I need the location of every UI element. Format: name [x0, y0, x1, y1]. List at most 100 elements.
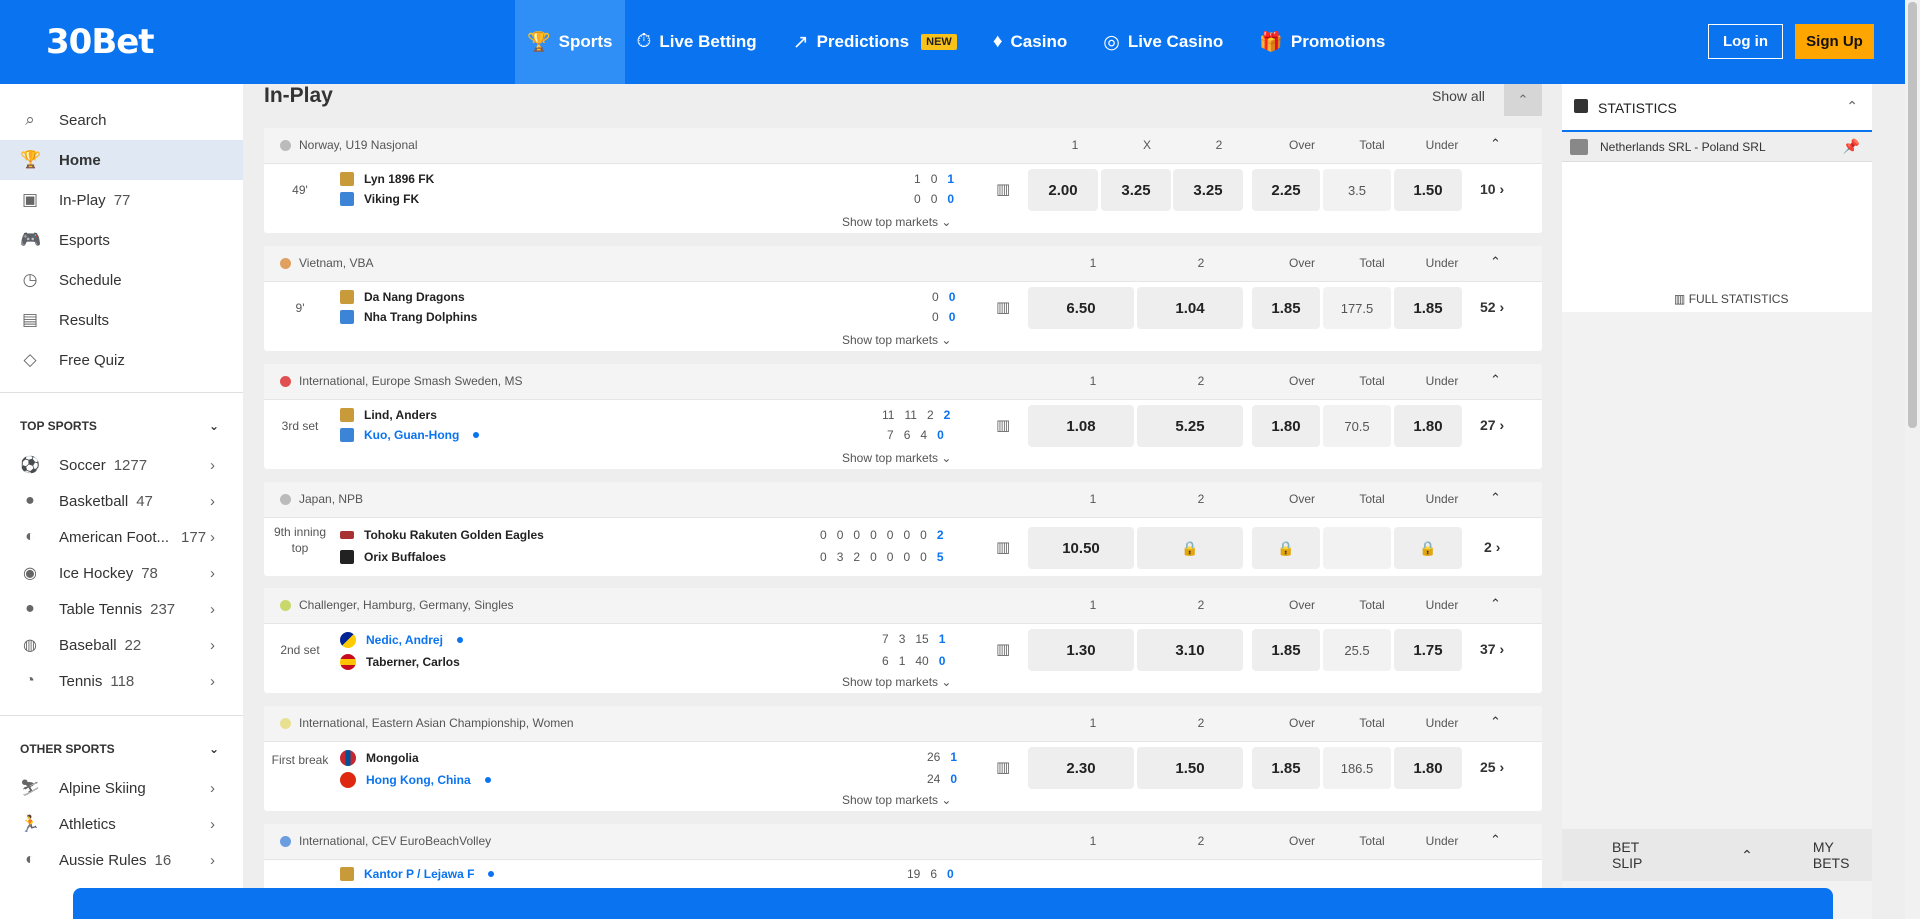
- bar-chart-icon[interactable]: ▥: [996, 298, 1010, 316]
- odd-under[interactable]: 1.75: [1394, 629, 1462, 671]
- logo[interactable]: 30Bet: [46, 22, 155, 62]
- nav-casino[interactable]: ♦ Casino: [981, 0, 1091, 84]
- nav-live-casino[interactable]: ◎ Live Casino: [1091, 0, 1247, 84]
- chevron-up-icon[interactable]: ⌃: [1490, 596, 1501, 612]
- sidebar-sport-tennis[interactable]: ◔ Tennis 118 ›: [0, 663, 243, 699]
- odd-button[interactable]: 1.50: [1137, 747, 1243, 789]
- statistics-header[interactable]: STATISTICS ⌃: [1562, 84, 1872, 132]
- sidebar-sport-table-tennis[interactable]: ● Table Tennis 237 ›: [0, 591, 243, 627]
- league-name[interactable]: Vietnam, VBA: [280, 256, 373, 270]
- my-bets-tab[interactable]: MY BETS: [1813, 839, 1872, 871]
- sidebar-item-free-quiz[interactable]: ◇ Free Quiz: [0, 340, 243, 380]
- show-all-link[interactable]: Show all: [1432, 88, 1485, 104]
- more-markets-link[interactable]: 25 ›: [1480, 759, 1504, 775]
- odd-button[interactable]: 3.25: [1173, 169, 1243, 211]
- collapse-button[interactable]: ⌃: [1504, 84, 1542, 116]
- sidebar-sport-aussie-rules[interactable]: ◐ Aussie Rules 16 ›: [0, 842, 243, 878]
- chevron-up-icon[interactable]: ⌃: [1490, 490, 1501, 506]
- sidebar-sport-american-football[interactable]: ◐ American Foot... 177 ›: [0, 519, 243, 555]
- odd-over[interactable]: 1.85: [1252, 287, 1320, 329]
- pin-icon[interactable]: 📌: [1843, 138, 1860, 155]
- odd-over[interactable]: 1.80: [1252, 405, 1320, 447]
- show-top-markets[interactable]: Show top markets ⌄: [842, 675, 951, 689]
- team-home[interactable]: Nedic, Andrej: [340, 632, 463, 648]
- show-top-markets[interactable]: Show top markets ⌄: [842, 215, 951, 229]
- sidebar-sport-baseball[interactable]: ◍ Baseball 22 ›: [0, 627, 243, 663]
- sidebar-item-esports[interactable]: 🎮 Esports: [0, 220, 243, 260]
- chevron-up-icon[interactable]: ⌃: [1490, 832, 1501, 848]
- league-name[interactable]: Norway, U19 Nasjonal: [280, 138, 418, 152]
- sidebar-item-search[interactable]: ⌕ Search: [0, 100, 243, 140]
- show-top-markets[interactable]: Show top markets ⌄: [842, 333, 951, 347]
- more-markets-link[interactable]: 10 ›: [1480, 181, 1504, 197]
- league-name[interactable]: International, Eastern Asian Championshi…: [280, 716, 574, 730]
- team-home[interactable]: Da Nang Dragons: [340, 290, 465, 304]
- odd-button[interactable]: 5.25: [1137, 405, 1243, 447]
- odd-under[interactable]: 1.80: [1394, 405, 1462, 447]
- scrollbar-thumb[interactable]: [1908, 2, 1917, 428]
- chevron-up-icon[interactable]: ⌃: [1490, 254, 1501, 270]
- bar-chart-icon[interactable]: ▥: [996, 416, 1010, 434]
- team-away[interactable]: Viking FK: [340, 192, 419, 206]
- nav-promotions[interactable]: 🎁 Promotions: [1247, 0, 1409, 84]
- team-home[interactable]: Mongolia: [340, 750, 419, 766]
- more-markets-link[interactable]: 2 ›: [1484, 539, 1500, 555]
- chevron-up-icon[interactable]: ⌃: [1490, 372, 1501, 388]
- sidebar-item-schedule[interactable]: ◷ Schedule: [0, 260, 243, 300]
- bar-chart-icon[interactable]: ▥: [996, 180, 1010, 198]
- odd-button[interactable]: 6.50: [1028, 287, 1134, 329]
- nav-sports[interactable]: 🏆 Sports: [515, 0, 625, 84]
- odd-button[interactable]: 3.25: [1101, 169, 1171, 211]
- stats-match-row[interactable]: Netherlands SRL - Poland SRL 📌: [1562, 132, 1872, 162]
- odd-button[interactable]: 1.08: [1028, 405, 1134, 447]
- nav-predictions[interactable]: ↗ Predictions NEW: [781, 0, 981, 84]
- chevron-up-icon[interactable]: ⌃: [1490, 136, 1501, 152]
- league-name[interactable]: International, CEV EuroBeachVolley: [280, 834, 491, 848]
- bar-chart-icon[interactable]: ▥: [996, 538, 1010, 556]
- full-statistics-link[interactable]: ▥ FULL STATISTICS: [1674, 292, 1788, 306]
- odd-under[interactable]: 1.50: [1394, 169, 1462, 211]
- chevron-up-icon[interactable]: ⌃: [1846, 98, 1858, 115]
- team-home[interactable]: Tohoku Rakuten Golden Eagles: [340, 528, 544, 542]
- team-home[interactable]: Lyn 1896 FK: [340, 172, 434, 186]
- more-markets-link[interactable]: 27 ›: [1480, 417, 1504, 433]
- team-away[interactable]: Orix Buffaloes: [340, 550, 446, 564]
- odd-button[interactable]: 1.04: [1137, 287, 1243, 329]
- sidebar-sport-ice-hockey[interactable]: ◉ Ice Hockey 78 ›: [0, 555, 243, 591]
- show-top-markets[interactable]: Show top markets ⌄: [842, 793, 951, 807]
- top-sports-header[interactable]: TOP SPORTS ⌄: [0, 405, 243, 447]
- more-markets-link[interactable]: 37 ›: [1480, 641, 1504, 657]
- bet-slip-tab[interactable]: BET SLIP: [1612, 839, 1671, 871]
- sidebar-sport-soccer[interactable]: ⚽ Soccer 1277 ›: [0, 447, 243, 483]
- chevron-up-icon[interactable]: ⌃: [1741, 847, 1753, 864]
- other-sports-header[interactable]: OTHER SPORTS ⌄: [0, 728, 243, 770]
- bottom-banner[interactable]: [73, 888, 1833, 919]
- team-home[interactable]: Lind, Anders: [340, 408, 437, 422]
- bar-chart-icon[interactable]: ▥: [996, 640, 1010, 658]
- odd-button[interactable]: 2.00: [1028, 169, 1098, 211]
- signup-button[interactable]: Sign Up: [1795, 24, 1874, 59]
- sidebar-sport-alpine-skiing[interactable]: ⛷ Alpine Skiing ›: [0, 770, 243, 806]
- odd-over[interactable]: 1.85: [1252, 629, 1320, 671]
- league-name[interactable]: Japan, NPB: [280, 492, 363, 506]
- odd-over[interactable]: 2.25: [1252, 169, 1320, 211]
- team-home[interactable]: Kantor P / Lejawa F: [340, 867, 495, 881]
- odd-button[interactable]: 1.30: [1028, 629, 1134, 671]
- odd-over[interactable]: 1.85: [1252, 747, 1320, 789]
- chevron-up-icon[interactable]: ⌃: [1490, 714, 1501, 730]
- odd-under[interactable]: 1.85: [1394, 287, 1462, 329]
- nav-live-betting[interactable]: ⏱ Live Betting: [625, 0, 781, 84]
- sidebar-item-home[interactable]: 🏆 Home: [0, 140, 243, 180]
- bar-chart-icon[interactable]: ▥: [996, 758, 1010, 776]
- more-markets-link[interactable]: 52 ›: [1480, 299, 1504, 315]
- team-away[interactable]: Hong Kong, China: [340, 772, 491, 788]
- sidebar-sport-athletics[interactable]: 🏃 Athletics ›: [0, 806, 243, 842]
- league-name[interactable]: International, Europe Smash Sweden, MS: [280, 374, 522, 388]
- odd-button[interactable]: 3.10: [1137, 629, 1243, 671]
- login-button[interactable]: Log in: [1708, 24, 1783, 59]
- odd-button[interactable]: 10.50: [1028, 527, 1134, 569]
- sidebar-item-results[interactable]: ▤ Results: [0, 300, 243, 340]
- team-away[interactable]: Kuo, Guan-Hong: [340, 428, 480, 442]
- sidebar-item-in-play[interactable]: ▣ In-Play 77: [0, 180, 243, 220]
- odd-button[interactable]: 2.30: [1028, 747, 1134, 789]
